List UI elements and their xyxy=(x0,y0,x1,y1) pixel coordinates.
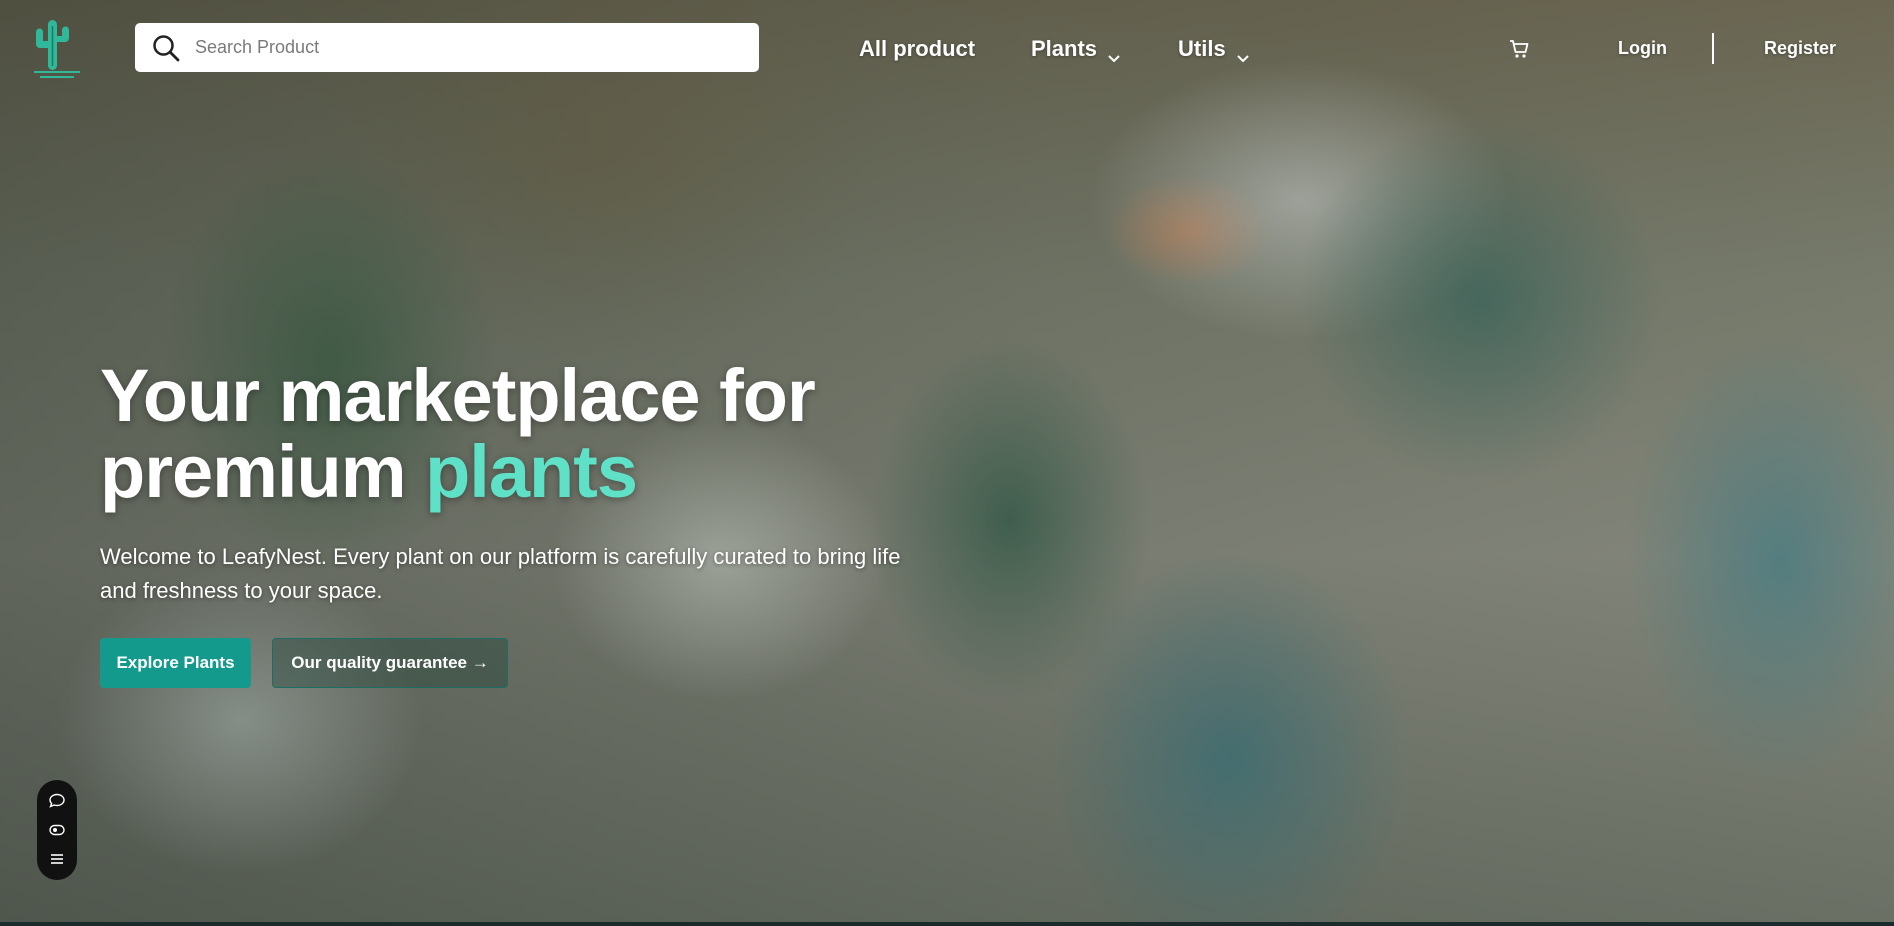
headline-accent-word: plants xyxy=(425,430,638,513)
search-input[interactable] xyxy=(193,36,737,59)
nav-all-product[interactable]: All product xyxy=(859,34,975,64)
top-navigation: All product Plants Utils xyxy=(0,0,1894,100)
hero-headline: Your marketplace for premium plants xyxy=(100,358,816,513)
search-icon[interactable] xyxy=(151,33,181,63)
nav-all-product-label: All product xyxy=(859,36,976,61)
chevron-down-icon xyxy=(1236,44,1250,63)
quality-guarantee-button[interactable]: Our quality guarantee → xyxy=(272,638,508,688)
login-link[interactable]: Login xyxy=(1618,38,1667,59)
floating-tool-widget xyxy=(37,780,77,880)
visibility-icon[interactable] xyxy=(48,821,66,839)
register-link[interactable]: Register xyxy=(1764,38,1836,59)
hero-section: All product Plants Utils xyxy=(0,0,1894,926)
nav-utils-dropdown[interactable]: Utils xyxy=(1178,34,1250,64)
chevron-down-icon xyxy=(1107,44,1121,63)
nav-utils-label: Utils xyxy=(1178,36,1226,61)
auth-divider xyxy=(1712,33,1714,64)
menu-icon[interactable] xyxy=(48,850,66,868)
explore-plants-button[interactable]: Explore Plants xyxy=(100,638,251,688)
headline-line-2-prefix: premium xyxy=(100,430,426,513)
nav-plants-label: Plants xyxy=(1031,36,1098,61)
headline-line-1: Your marketplace for xyxy=(100,354,816,437)
hero-subtitle: Welcome to LeafyNest. Every plant on our… xyxy=(100,544,901,603)
cart-icon[interactable] xyxy=(1508,38,1530,60)
cactus-logo-icon[interactable] xyxy=(28,16,86,82)
chat-icon[interactable] xyxy=(48,792,66,810)
nav-plants-dropdown[interactable]: Plants xyxy=(1031,34,1121,64)
search-bar[interactable] xyxy=(135,23,759,72)
page-bottom-edge xyxy=(0,922,1894,926)
